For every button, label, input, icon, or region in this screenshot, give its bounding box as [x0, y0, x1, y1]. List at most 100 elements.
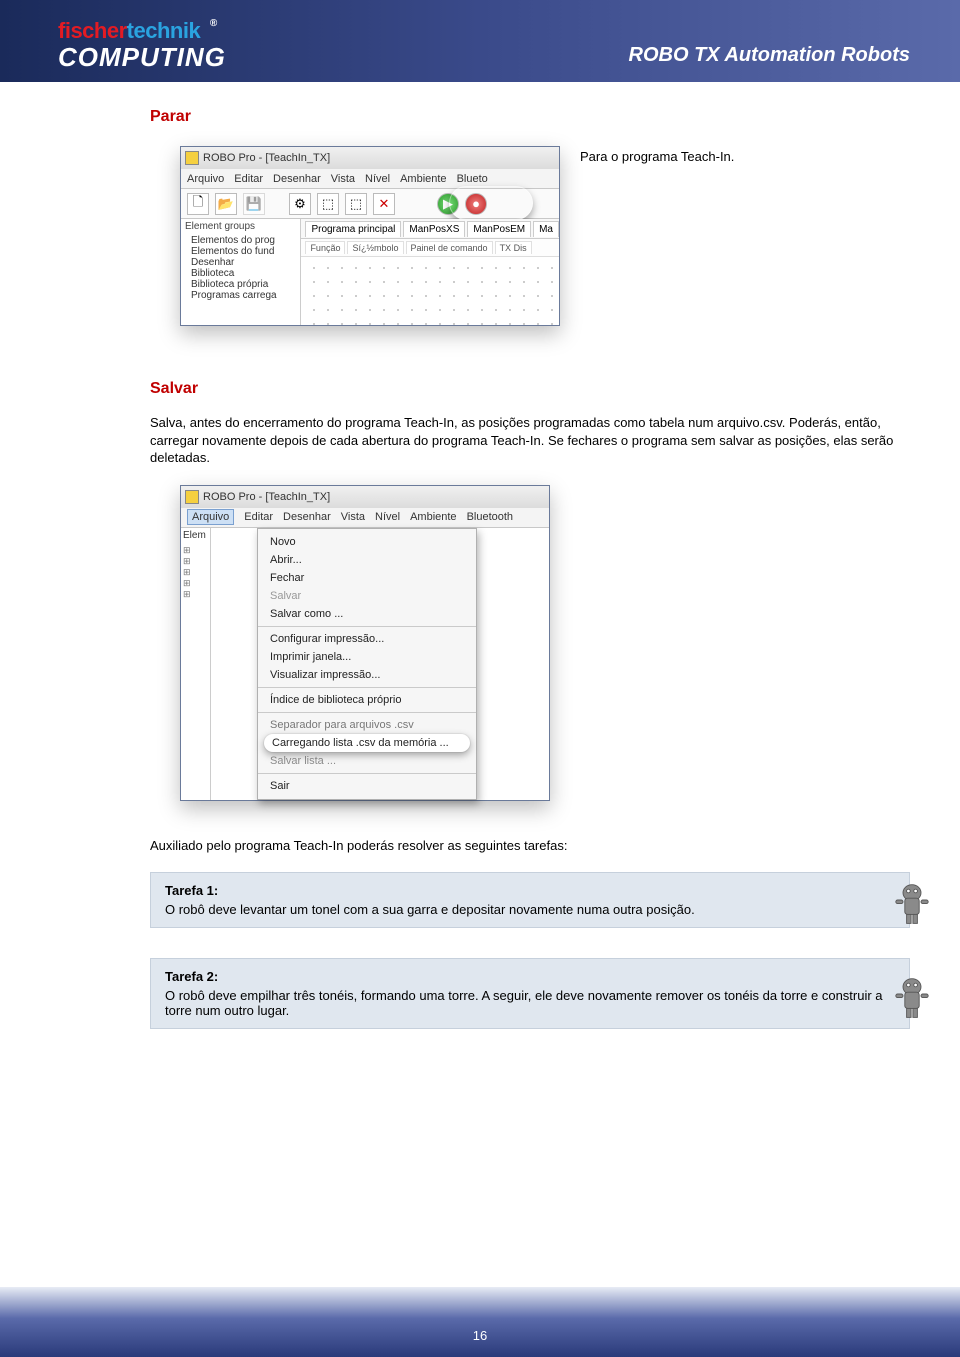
menu-item[interactable]: Ambiente [400, 173, 446, 185]
app-icon [185, 151, 199, 165]
menu-item[interactable]: Visualizar impressão... [258, 666, 476, 684]
content-column: Parar ROBO Pro - [TeachIn_TX] Arquivo Ed… [150, 100, 910, 1033]
menu-item-highlighted[interactable]: Carregando lista .csv da memória ... [264, 734, 470, 752]
menu-item[interactable]: Editar [234, 173, 263, 185]
task-mascot-icon [883, 871, 941, 929]
tree-item[interactable]: Elementos do prog [191, 235, 296, 246]
tool-icon[interactable]: ⬚ [345, 193, 367, 215]
menu-separator [258, 626, 476, 627]
section1-desc: Para o programa Teach-In. [580, 148, 734, 166]
subtab[interactable]: Painel de comando [406, 241, 493, 254]
sc1-titlebar: ROBO Pro - [TeachIn_TX] [181, 147, 559, 169]
tool-icon[interactable]: ⬚ [317, 193, 339, 215]
screenshot-2: ROBO Pro - [TeachIn_TX] Arquivo Editar D… [180, 485, 910, 801]
stop-icon[interactable]: ● [465, 193, 487, 215]
menu-item[interactable]: Vista [341, 511, 365, 523]
save-icon[interactable]: 💾 [243, 193, 265, 215]
brand-logo: fischertechnik ® [58, 18, 226, 44]
menu-item[interactable]: Separador para arquivos .csv [258, 716, 476, 734]
section-salvar-title: Salvar [150, 380, 910, 398]
task-mascot-icon [883, 965, 941, 1023]
tree-item[interactable]: Biblioteca própria [191, 279, 296, 290]
tree-header: Element groups [185, 221, 296, 232]
menu-item[interactable]: Editar [244, 511, 273, 523]
tree-item[interactable]: Elementos do fund [191, 246, 296, 257]
section2-desc: Salva, antes do encerramento do programa… [150, 414, 910, 467]
menu-item[interactable]: Vista [331, 173, 355, 185]
menu-item[interactable]: Arquivo [187, 173, 224, 185]
menu-item[interactable]: Nível [365, 173, 390, 185]
sc1-menubar: Arquivo Editar Desenhar Vista Nível Ambi… [181, 169, 559, 189]
menu-item[interactable]: Desenhar [273, 173, 321, 185]
brand-part1: fischer [58, 18, 127, 43]
sc1-tabs: Programa principal ManPosXS ManPosEM Ma [301, 219, 559, 239]
canvas-grid [307, 261, 559, 325]
header-right-title: ROBO TX Automation Robots [629, 44, 910, 67]
sc2-titlebar: ROBO Pro - [TeachIn_TX] [181, 486, 549, 508]
menu-item[interactable]: Imprimir janela... [258, 648, 476, 666]
subtab[interactable]: Função [305, 241, 345, 254]
menu-item[interactable]: Salvar lista ... [258, 752, 476, 770]
tab[interactable]: Ma [533, 221, 559, 237]
menu-item[interactable]: Sair [258, 777, 476, 795]
task2-title: Tarefa 2: [165, 969, 895, 984]
sc1-toolbar: 🗋 📂 💾 ⚙ ⬚ ⬚ ✕ ▶ ● [181, 189, 559, 219]
delete-icon[interactable]: ✕ [373, 193, 395, 215]
open-icon[interactable]: 📂 [215, 193, 237, 215]
sc2-menubar: Arquivo Editar Desenhar Vista Nível Ambi… [181, 508, 549, 528]
tab[interactable]: Programa principal [305, 221, 401, 237]
sc2-elem-col: Elem ⊞ ⊞ ⊞ ⊞ ⊞ [181, 528, 211, 800]
task1-title: Tarefa 1: [165, 883, 895, 898]
sc1-title: ROBO Pro - [TeachIn_TX] [203, 152, 330, 164]
menu-arquivo-open[interactable]: Arquivo [187, 509, 234, 525]
footer-band: 16 [0, 1287, 960, 1357]
task-2-box: Tarefa 2: O robô deve empilhar três toné… [150, 958, 910, 1029]
menu-item[interactable]: Blueto [457, 173, 488, 185]
tree-item[interactable]: Biblioteca [191, 268, 296, 279]
menu-item[interactable]: Novo [258, 533, 476, 551]
sc1-window: ROBO Pro - [TeachIn_TX] Arquivo Editar D… [180, 146, 560, 326]
subtab[interactable]: Sí¿½mbolo [347, 241, 403, 254]
tree-item[interactable]: Programas carrega [191, 290, 296, 301]
section-parar-title: Parar [150, 108, 910, 126]
tab[interactable]: ManPosEM [467, 221, 531, 237]
task2-body: O robô deve empilhar três tonéis, forman… [165, 988, 895, 1018]
task-1-box: Tarefa 1: O robô deve levantar um tonel … [150, 872, 910, 928]
brand-part2: technik [127, 18, 201, 43]
menu-item[interactable]: Nível [375, 511, 400, 523]
sc2-window: ROBO Pro - [TeachIn_TX] Arquivo Editar D… [180, 485, 550, 801]
new-icon[interactable]: 🗋 [187, 193, 209, 215]
sc1-canvas: Programa principal ManPosXS ManPosEM Ma … [301, 219, 559, 325]
brand-block: fischertechnik ® COMPUTING [58, 18, 226, 73]
menu-item[interactable]: Desenhar [283, 511, 331, 523]
elem-label: Elem [183, 530, 208, 541]
app-icon [185, 490, 199, 504]
task1-body: O robô deve levantar um tonel com a sua … [165, 902, 895, 917]
sc1-tree: Element groups Elementos do prog Element… [181, 219, 301, 325]
sc2-title: ROBO Pro - [TeachIn_TX] [203, 491, 330, 503]
menu-item[interactable]: Configurar impressão... [258, 630, 476, 648]
screenshot-1: ROBO Pro - [TeachIn_TX] Arquivo Editar D… [180, 146, 560, 326]
menu-item[interactable]: Ambiente [410, 511, 456, 523]
sc1-subtabs: Função Sí¿½mbolo Painel de comando TX Di… [301, 239, 559, 257]
tool-icon[interactable]: ⚙ [289, 193, 311, 215]
aux-text: Auxiliado pelo programa Teach-In poderás… [150, 837, 910, 855]
menu-item[interactable]: Salvar como ... [258, 605, 476, 623]
menu-separator [258, 773, 476, 774]
menu-separator [258, 687, 476, 688]
brand-registered: ® [210, 18, 217, 29]
menu-item[interactable]: Bluetooth [467, 511, 513, 523]
subtab[interactable]: TX Dis [495, 241, 532, 254]
brand-sub: COMPUTING [58, 42, 226, 73]
menu-separator [258, 712, 476, 713]
menu-item[interactable]: Índice de biblioteca próprio [258, 691, 476, 709]
arquivo-dropdown: NovoAbrir...FecharSalvarSalvar como ... C… [257, 528, 477, 800]
menu-item: Salvar [258, 587, 476, 605]
menu-item[interactable]: Abrir... [258, 551, 476, 569]
page-number: 16 [473, 1328, 487, 1343]
menu-item[interactable]: Fechar [258, 569, 476, 587]
toolbar-highlight-icon [449, 186, 533, 220]
tree-item[interactable]: Desenhar [191, 257, 296, 268]
play-icon[interactable]: ▶ [437, 193, 459, 215]
tab[interactable]: ManPosXS [403, 221, 465, 237]
